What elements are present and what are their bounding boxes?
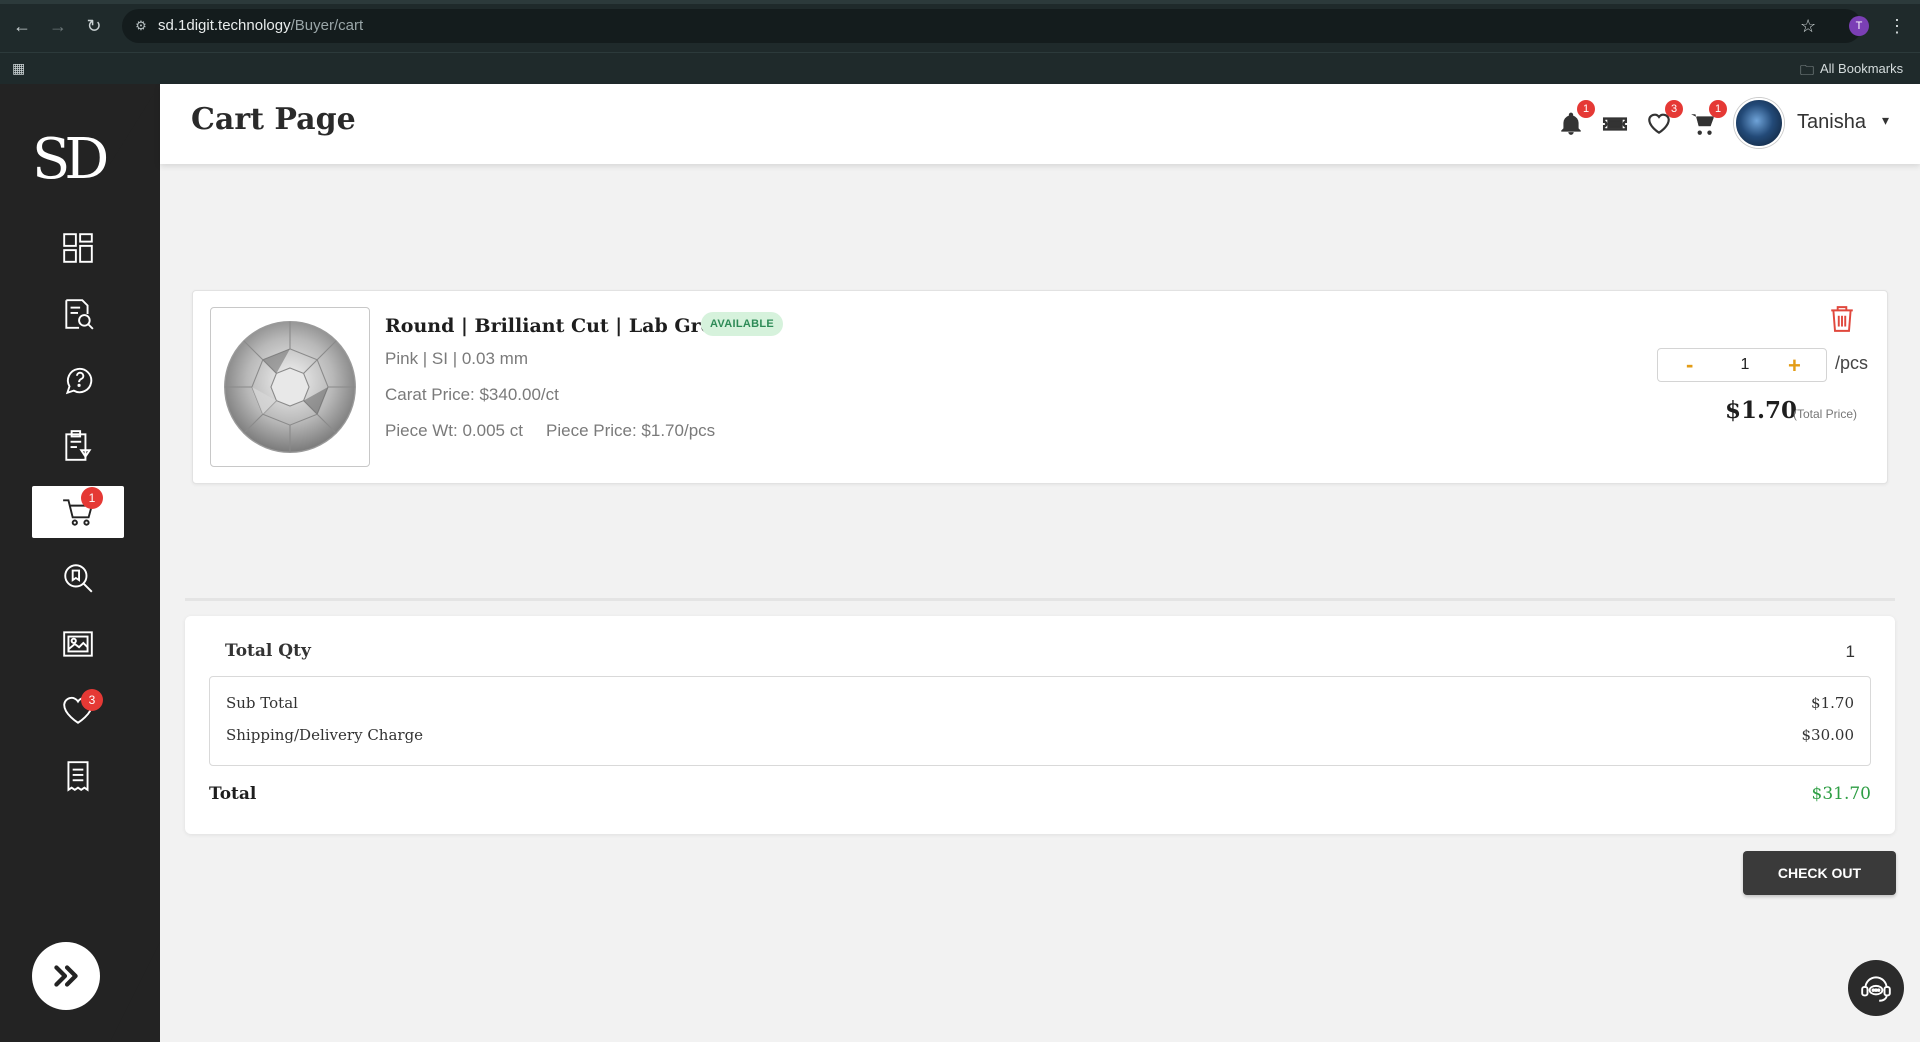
dashboard-icon	[63, 233, 93, 263]
sidebar-item-search-inventory[interactable]	[32, 288, 124, 340]
url-text[interactable]: sd.1digit.technology/Buyer/cart	[158, 17, 363, 35]
headset-chat-icon	[1861, 976, 1891, 1002]
clipboard-diamond-icon	[65, 430, 92, 461]
site-settings-icon[interactable]: ⚙	[132, 17, 150, 35]
page-title: Cart Page	[191, 102, 356, 137]
sidebar-item-cart[interactable]	[32, 486, 124, 538]
sidebar-decor-bottom	[110, 942, 160, 1042]
total-qty-value: 1	[1845, 642, 1855, 661]
url-host: sd.1digit.technology	[158, 17, 291, 34]
support-chat-button[interactable]	[1848, 960, 1904, 1016]
sidebar-item-wishlist[interactable]	[32, 684, 124, 736]
notifications-badge: 1	[1577, 100, 1595, 118]
quantity-stepper: - 1 +	[1657, 348, 1827, 382]
total-qty-label: Total Qty	[225, 641, 311, 661]
grand-total-label: Total	[209, 784, 257, 804]
back-arrow-icon[interactable]: ←	[10, 14, 34, 38]
document-search-icon	[65, 299, 94, 330]
item-total-price: $1.70	[1725, 397, 1798, 424]
page-header: Cart Page 1 3 1 Tanisha ▾	[160, 84, 1920, 164]
sidebar-item-invoices[interactable]	[32, 750, 124, 802]
chevron-down-icon[interactable]: ▾	[1882, 112, 1889, 129]
cart-button[interactable]: 1	[1687, 100, 1727, 140]
ticket-icon	[1602, 117, 1628, 131]
bookmark-star-icon[interactable]: ☆	[1800, 14, 1816, 38]
sub-total-label: Sub Total	[226, 694, 298, 712]
browser-toolbar: ← → ↻ ⚙ sd.1digit.technology/Buyer/cart …	[0, 0, 1920, 52]
wishlist-badge: 3	[1665, 100, 1683, 118]
wishlist-button[interactable]: 3	[1643, 100, 1683, 140]
sidebar-item-orders[interactable]	[32, 420, 124, 472]
shipping-label: Shipping/Delivery Charge	[226, 726, 424, 744]
order-summary: Total Qty 1 Sub Total $1.70 Shipping/Del…	[185, 616, 1895, 834]
cart-item-card: Round | Brilliant Cut | Lab Grown AVAILA…	[192, 290, 1888, 484]
browser-menu-icon[interactable]: ⋮	[1888, 14, 1906, 38]
piece-weight: Piece Wt: 0.005 ct	[385, 421, 523, 440]
diamond-image	[224, 321, 356, 453]
bookmarks-bar: ▦ 🗀 All Bookmarks	[0, 52, 1920, 84]
reload-icon[interactable]: ↻	[82, 14, 106, 38]
product-spec: Pink | SI | 0.03 mm	[385, 349, 528, 368]
shipping-value: $30.00	[1801, 726, 1855, 744]
sidebar-item-inquiries[interactable]	[32, 354, 124, 406]
all-bookmarks-link[interactable]: All Bookmarks	[1820, 61, 1903, 76]
quantity-input[interactable]: 1	[1730, 356, 1760, 374]
logo[interactable]: SD	[32, 128, 120, 192]
charges-box: Sub Total $1.70 Shipping/Delivery Charge…	[209, 676, 1871, 766]
sidebar-item-dashboard[interactable]	[32, 222, 124, 274]
delete-item-button[interactable]	[1829, 305, 1855, 333]
address-bar[interactable]: ⚙ sd.1digit.technology/Buyer/cart	[122, 9, 1862, 43]
quantity-increase-button[interactable]: +	[1788, 351, 1801, 381]
url-path: /Buyer/cart	[290, 17, 364, 34]
user-name[interactable]: Tanisha	[1797, 111, 1866, 134]
product-title[interactable]: Round | Brilliant Cut | Lab Grown	[385, 315, 743, 337]
quantity-decrease-button[interactable]: -	[1686, 351, 1693, 379]
receipt-icon	[67, 761, 89, 792]
status-badge: AVAILABLE	[701, 312, 784, 336]
forward-arrow-icon[interactable]: →	[46, 14, 70, 38]
browser-profile-avatar[interactable]: T	[1849, 16, 1869, 36]
trash-icon	[1831, 306, 1853, 332]
divider	[185, 598, 1895, 601]
avatar[interactable]	[1734, 98, 1784, 148]
sidebar-cart-badge: 1	[81, 487, 103, 509]
cart-badge: 1	[1709, 100, 1727, 118]
notifications-button[interactable]: 1	[1555, 100, 1595, 140]
question-chat-icon	[65, 367, 93, 395]
sidebar-expand-button[interactable]	[32, 942, 100, 1010]
quantity-unit: /pcs	[1835, 353, 1869, 373]
item-total-price-label: (Total Price)	[1793, 407, 1858, 421]
sidebar-item-gallery[interactable]	[32, 618, 124, 670]
sidebar-wishlist-badge: 3	[81, 689, 103, 711]
apps-grid-icon[interactable]: ▦	[12, 60, 25, 77]
grand-total-value: $31.70	[1811, 784, 1871, 804]
saved-search-icon	[64, 564, 93, 593]
carat-price: Carat Price: $340.00/ct	[385, 385, 559, 404]
sub-total-value: $1.70	[1811, 694, 1854, 712]
browser-tabstrip	[0, 0, 1920, 4]
folder-icon: 🗀	[1800, 62, 1814, 78]
tickets-button[interactable]	[1599, 108, 1631, 140]
checkout-button[interactable]: CHECK OUT	[1743, 851, 1896, 895]
sidebar-item-saved-search[interactable]	[32, 552, 124, 604]
piece-price: Piece Price: $1.70/pcs	[546, 421, 716, 440]
product-image[interactable]	[210, 307, 370, 467]
double-chevron-right-icon	[54, 965, 78, 987]
image-gallery-icon	[63, 631, 93, 657]
